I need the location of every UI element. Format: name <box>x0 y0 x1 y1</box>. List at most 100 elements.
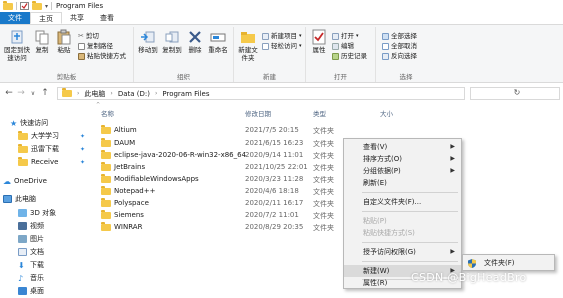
chevron-down-icon: ▾ <box>299 33 302 39</box>
file-name: ModifiableWindowsApps <box>114 175 199 183</box>
chevron-down-icon[interactable]: ▾ <box>45 3 48 10</box>
rename-button[interactable]: 重命名 <box>206 29 230 54</box>
nav-label: 文档 <box>30 248 44 256</box>
easy-access-button[interactable]: 轻松访问 ▾ <box>262 42 302 51</box>
nav-pictures[interactable]: 图片 <box>18 233 44 245</box>
nav-label: 3D 对象 <box>30 209 57 217</box>
edit-button[interactable]: 编辑 <box>332 42 354 51</box>
forward-arrow-icon[interactable]: → <box>15 88 27 98</box>
folder-icon <box>101 198 111 207</box>
file-name: Siemens <box>114 211 144 219</box>
properties-button[interactable]: 属性 <box>308 29 330 54</box>
select-group-label: 选择 <box>399 73 413 81</box>
menu-separator <box>362 211 458 212</box>
open-group-label: 打开 <box>334 73 347 81</box>
menu-item-customize-folder[interactable]: 自定义文件夹(F)... <box>344 196 461 208</box>
menu-item-group-by[interactable]: 分组依据(P) ▶ <box>344 165 461 177</box>
open-button[interactable]: 打开 ▾ <box>332 32 359 41</box>
breadcrumb-this-pc[interactable]: 此电脑 <box>84 89 105 99</box>
delete-button[interactable]: 删除 <box>184 29 206 54</box>
menu-item-paste[interactable]: 粘贴(P) <box>344 215 461 227</box>
folder-icon <box>3 0 13 10</box>
copy-path-button[interactable]: 复制路径 <box>78 42 113 51</box>
pin-quick-access-button[interactable]: 固定到快速访问 <box>3 29 31 62</box>
nav-folder-xunlei[interactable]: 迅雷下载 <box>18 143 59 155</box>
new-group: 新建文件夹 新建项目 ▾ 轻松访问 ▾ 新建 <box>234 27 306 82</box>
nav-quick-access[interactable]: ★ 快速访问 <box>10 117 48 129</box>
tab-file[interactable]: 文件 <box>0 12 30 24</box>
up-arrow-icon[interactable]: ↑ <box>39 88 51 98</box>
chevron-right-icon: ▶ <box>450 167 455 174</box>
recent-locations-chevron-icon[interactable]: ∨ <box>27 90 39 97</box>
properties-check-icon[interactable] <box>20 2 29 10</box>
tab-home[interactable]: 主页 <box>30 12 62 24</box>
picture-icon <box>18 235 27 243</box>
tab-view[interactable]: 查看 <box>92 12 122 24</box>
back-arrow-icon[interactable]: ← <box>3 88 15 98</box>
nav-onedrive[interactable]: ☁ OneDrive <box>3 175 47 187</box>
file-date: 2021/10/25 22:01 <box>245 163 308 171</box>
file-name: JetBrains <box>114 163 146 171</box>
nav-folder-daxue[interactable]: 大学学习 <box>18 130 59 142</box>
nav-this-pc[interactable]: 此电脑 <box>3 193 36 205</box>
copy-button[interactable]: 复制 <box>32 29 52 54</box>
nav-music[interactable]: ♪ 音乐 <box>18 272 44 284</box>
history-button[interactable]: 历史记录 <box>332 52 367 61</box>
column-name[interactable]: 名称 <box>101 108 114 118</box>
nav-videos[interactable]: 视频 <box>18 220 44 232</box>
breadcrumb-program-files[interactable]: Program Files <box>162 90 209 98</box>
invert-selection-button[interactable]: 反向选择 <box>382 52 417 61</box>
cube-icon <box>18 209 27 217</box>
table-row[interactable]: Altium 2021/7/5 20:15 文件夹 <box>96 124 396 136</box>
menu-item-view[interactable]: 查看(V) ▶ <box>344 141 461 153</box>
copy-icon <box>35 30 49 45</box>
chevron-right-icon: ▶ <box>450 248 455 255</box>
document-icon <box>18 248 27 256</box>
file-name: Altium <box>114 126 137 134</box>
open-label: 打开 <box>341 32 354 40</box>
new-item-button[interactable]: 新建项目 ▾ <box>262 32 302 41</box>
new-folder-label: 新建文件夹 <box>238 46 258 62</box>
address-bar[interactable]: › 此电脑 › Data (D:) › Program Files ↻ <box>57 87 520 100</box>
cloud-icon: ☁ <box>3 176 11 186</box>
nav-downloads[interactable]: ⬇ 下载 <box>18 259 44 271</box>
nav-desktop[interactable]: 桌面 <box>18 285 44 297</box>
column-type[interactable]: 类型 <box>313 108 326 118</box>
select-all-button[interactable]: 全部选择 <box>382 32 417 41</box>
nav-3d-objects[interactable]: 3D 对象 <box>18 207 56 219</box>
search-input[interactable] <box>470 87 560 100</box>
paste-label: 粘贴 <box>57 46 71 54</box>
paste-shortcut-button[interactable]: 粘贴快捷方式 <box>78 52 126 61</box>
select-none-button[interactable]: 全部取消 <box>382 42 417 51</box>
column-date[interactable]: 修改日期 <box>245 108 271 118</box>
file-date: 2021/7/5 20:15 <box>245 126 299 134</box>
file-type: 文件夹 <box>313 224 334 232</box>
chevron-down-icon: ▾ <box>299 43 302 49</box>
move-to-button[interactable]: 移动到 <box>136 29 160 54</box>
cut-button[interactable]: ✂ 剪切 <box>78 32 99 41</box>
file-type: 文件夹 <box>313 188 334 196</box>
menu-label: 自定义文件夹(F)... <box>363 198 422 206</box>
column-size[interactable]: 大小 <box>380 108 393 118</box>
watermark: CSDN @BigHeadBro <box>411 271 527 284</box>
menu-item-sort-by[interactable]: 排序方式(O) ▶ <box>344 153 461 165</box>
file-date: 2020/3/23 11:28 <box>245 175 304 183</box>
nav-folder-receive[interactable]: Receive <box>18 156 58 168</box>
menu-item-paste-shortcut[interactable]: 粘贴快捷方式(S) <box>344 227 461 239</box>
new-folder-button[interactable]: 新建文件夹 <box>236 29 260 62</box>
file-type: 文件夹 <box>313 212 334 220</box>
nav-documents[interactable]: 文档 <box>18 246 44 258</box>
ribbon-tabs: 文件 主页 共享 查看 <box>0 12 563 25</box>
paste-button[interactable]: 粘贴 <box>54 29 74 54</box>
folder-icon <box>101 162 111 171</box>
pin-icon: ✦ <box>80 146 86 153</box>
breadcrumb-drive[interactable]: Data (D:) <box>118 90 150 98</box>
menu-item-refresh[interactable]: 刷新(E) <box>344 177 461 189</box>
menu-item-give-access[interactable]: 授予访问权限(G) ▶ <box>344 246 461 258</box>
new-group-label: 新建 <box>263 73 276 81</box>
submenu-item-folder[interactable]: 文件夹(F) <box>464 257 553 269</box>
tab-share[interactable]: 共享 <box>62 12 92 24</box>
copy-to-button[interactable]: 复制到 <box>160 29 184 54</box>
new-folder-icon[interactable] <box>32 0 42 10</box>
new-submenu: 文件夹(F) <box>462 254 555 271</box>
